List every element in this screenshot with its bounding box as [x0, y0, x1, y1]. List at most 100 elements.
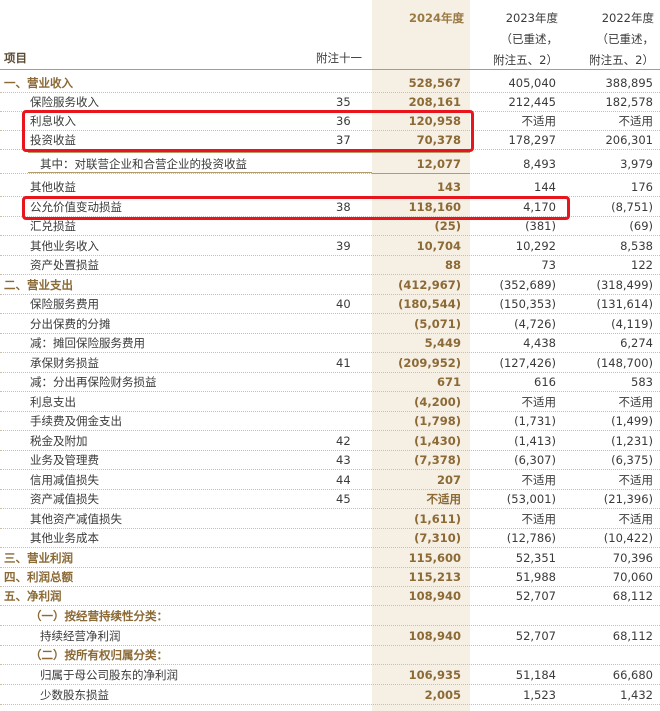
row-label: 减：摊回保险服务费用: [30, 336, 145, 350]
table-row: 资产减值损失 45 不适用 (53,001) (21,396): [0, 490, 660, 509]
value-2022: (6,375): [611, 453, 653, 467]
value-2022: (131,614): [596, 297, 653, 311]
row-note: 45: [336, 492, 351, 506]
row-label: （一）按经营持续性分类：: [30, 609, 168, 623]
value-2023: (6,307): [514, 453, 556, 467]
value-2024: 528,567: [408, 76, 461, 90]
value-2022: 3,979: [620, 157, 653, 171]
row-note: 40: [336, 297, 351, 311]
value-2022: (8,751): [611, 200, 653, 214]
value-2023: (4,726): [514, 317, 556, 331]
table-row: 其他业务收入 39 10,704 10,292 8,538: [0, 237, 660, 256]
row-divider: [0, 274, 660, 275]
value-2022: (21,396): [603, 492, 653, 506]
row-note: 44: [336, 473, 351, 487]
table-row: 二、营业支出 (412,967) (352,689) (318,499): [0, 276, 660, 295]
value-2022: 68,112: [612, 629, 653, 643]
header-divider: [0, 69, 660, 70]
value-2023: 不适用: [521, 395, 557, 409]
value-2023: 52,707: [515, 629, 556, 643]
header-2022-line3: 附注五、2）: [589, 53, 654, 67]
table-row: 税金及附加 42 (1,430) (1,413) (1,231): [0, 432, 660, 451]
row-label: 信用减值损失: [30, 473, 99, 487]
header-2022-line2: （已重述，: [596, 32, 655, 46]
table-row: （一）按经营持续性分类：: [0, 607, 660, 626]
value-2022: 66,680: [612, 668, 653, 682]
value-2024: 115,600: [408, 551, 461, 565]
value-2023: 不适用: [521, 473, 557, 487]
row-divider: [0, 352, 660, 353]
value-2023: 4,438: [523, 336, 556, 350]
value-2023: (53,001): [506, 492, 556, 506]
table-row: 资产处置损益 88 73 122: [0, 256, 660, 275]
value-2022: (69): [629, 219, 653, 233]
header-item-label: 项目: [4, 51, 27, 65]
table-row: 其他资产减值损失 (1,611) 不适用 不适用: [0, 510, 660, 529]
row-label: 其他收益: [30, 180, 76, 194]
subtotal-line-top: [28, 152, 372, 153]
value-2022: 70,060: [612, 570, 653, 584]
value-2022: 8,538: [620, 239, 653, 253]
value-2022: (318,499): [596, 278, 653, 292]
value-2024: 106,935: [408, 668, 461, 682]
row-note: 41: [336, 356, 351, 370]
value-2024: (7,310): [414, 531, 461, 545]
table-row: 利息支出 (4,200) 不适用 不适用: [0, 393, 660, 412]
value-2024: 5,449: [424, 336, 461, 350]
row-divider: [0, 235, 660, 236]
row-divider: [0, 684, 660, 685]
row-label: 其他业务成本: [30, 531, 99, 545]
row-label: 分出保费的分摊: [30, 317, 111, 331]
table-row: 归属于母公司股东的净利润 106,935 51,184 66,680: [0, 666, 660, 685]
row-label: 减：分出再保险财务损益: [30, 375, 157, 389]
row-divider: [0, 664, 660, 665]
row-label: 四、利润总额: [4, 570, 73, 584]
table-header: 2024年度 2023年度 （已重述， 附注五、2） 2022年度 （已重述， …: [0, 0, 660, 68]
row-divider: [0, 313, 660, 314]
value-2023: 51,988: [515, 570, 556, 584]
header-2023: 2023年度 （已重述， 附注五、2）: [470, 8, 558, 71]
table-row: 承保财务损益 41 (209,952) (127,426) (148,700): [0, 354, 660, 373]
value-2024: 143: [436, 180, 461, 194]
row-label: 一、营业收入: [4, 76, 73, 90]
value-2023: (1,731): [514, 414, 556, 428]
row-label: 资产减值损失: [30, 492, 99, 506]
row-label: 手续费及佣金支出: [30, 414, 122, 428]
subtotal-box: [372, 152, 470, 174]
row-label: （二）按所有权归属分类：: [30, 648, 168, 662]
row-label: 二、营业支出: [4, 278, 73, 292]
row-label: 少数股东损益: [40, 688, 109, 702]
value-2024: 88: [444, 258, 461, 272]
value-2023: 616: [534, 375, 556, 389]
table-row: 减：分出再保险财务损益 671 616 583: [0, 373, 660, 392]
value-2023: (150,353): [499, 297, 556, 311]
row-label: 三、营业利润: [4, 551, 73, 565]
subtotal-line-bottom: [28, 172, 372, 173]
row-label: 归属于母公司股东的净利润: [40, 668, 178, 682]
table-row: 其他收益 143 144 176: [0, 178, 660, 197]
row-label: 其他资产减值损失: [30, 512, 122, 526]
value-2022: 70,396: [612, 551, 653, 565]
row-note: 42: [336, 434, 351, 448]
value-2023: 10,292: [515, 239, 556, 253]
value-2022: 不适用: [618, 473, 654, 487]
value-2022: (1,231): [611, 434, 653, 448]
row-divider: [0, 547, 660, 548]
table-row: 其他业务成本 (7,310) (12,786) (10,422): [0, 529, 660, 548]
value-2023: 52,351: [515, 551, 556, 565]
value-2022: 176: [631, 180, 653, 194]
value-2024: 不适用: [426, 492, 462, 506]
table-row: 五、净利润 108,940 52,707 68,112: [0, 587, 660, 606]
table-row: 保险服务费用 40 (180,544) (150,353) (131,614): [0, 295, 660, 314]
value-2024: 108,940: [408, 589, 461, 603]
row-divider: [0, 173, 660, 174]
value-2022: 1,432: [620, 688, 653, 702]
header-2022-line1: 2022年度: [601, 11, 654, 25]
header-note-label: 附注十一: [316, 51, 362, 65]
value-2022: 122: [631, 258, 653, 272]
row-label: 资产处置损益: [30, 258, 99, 272]
value-2023: (127,426): [499, 356, 556, 370]
table-row: 业务及管理费 43 (7,378) (6,307) (6,375): [0, 451, 660, 470]
value-2024: (4,200): [414, 395, 461, 409]
value-2022: (148,700): [596, 356, 653, 370]
